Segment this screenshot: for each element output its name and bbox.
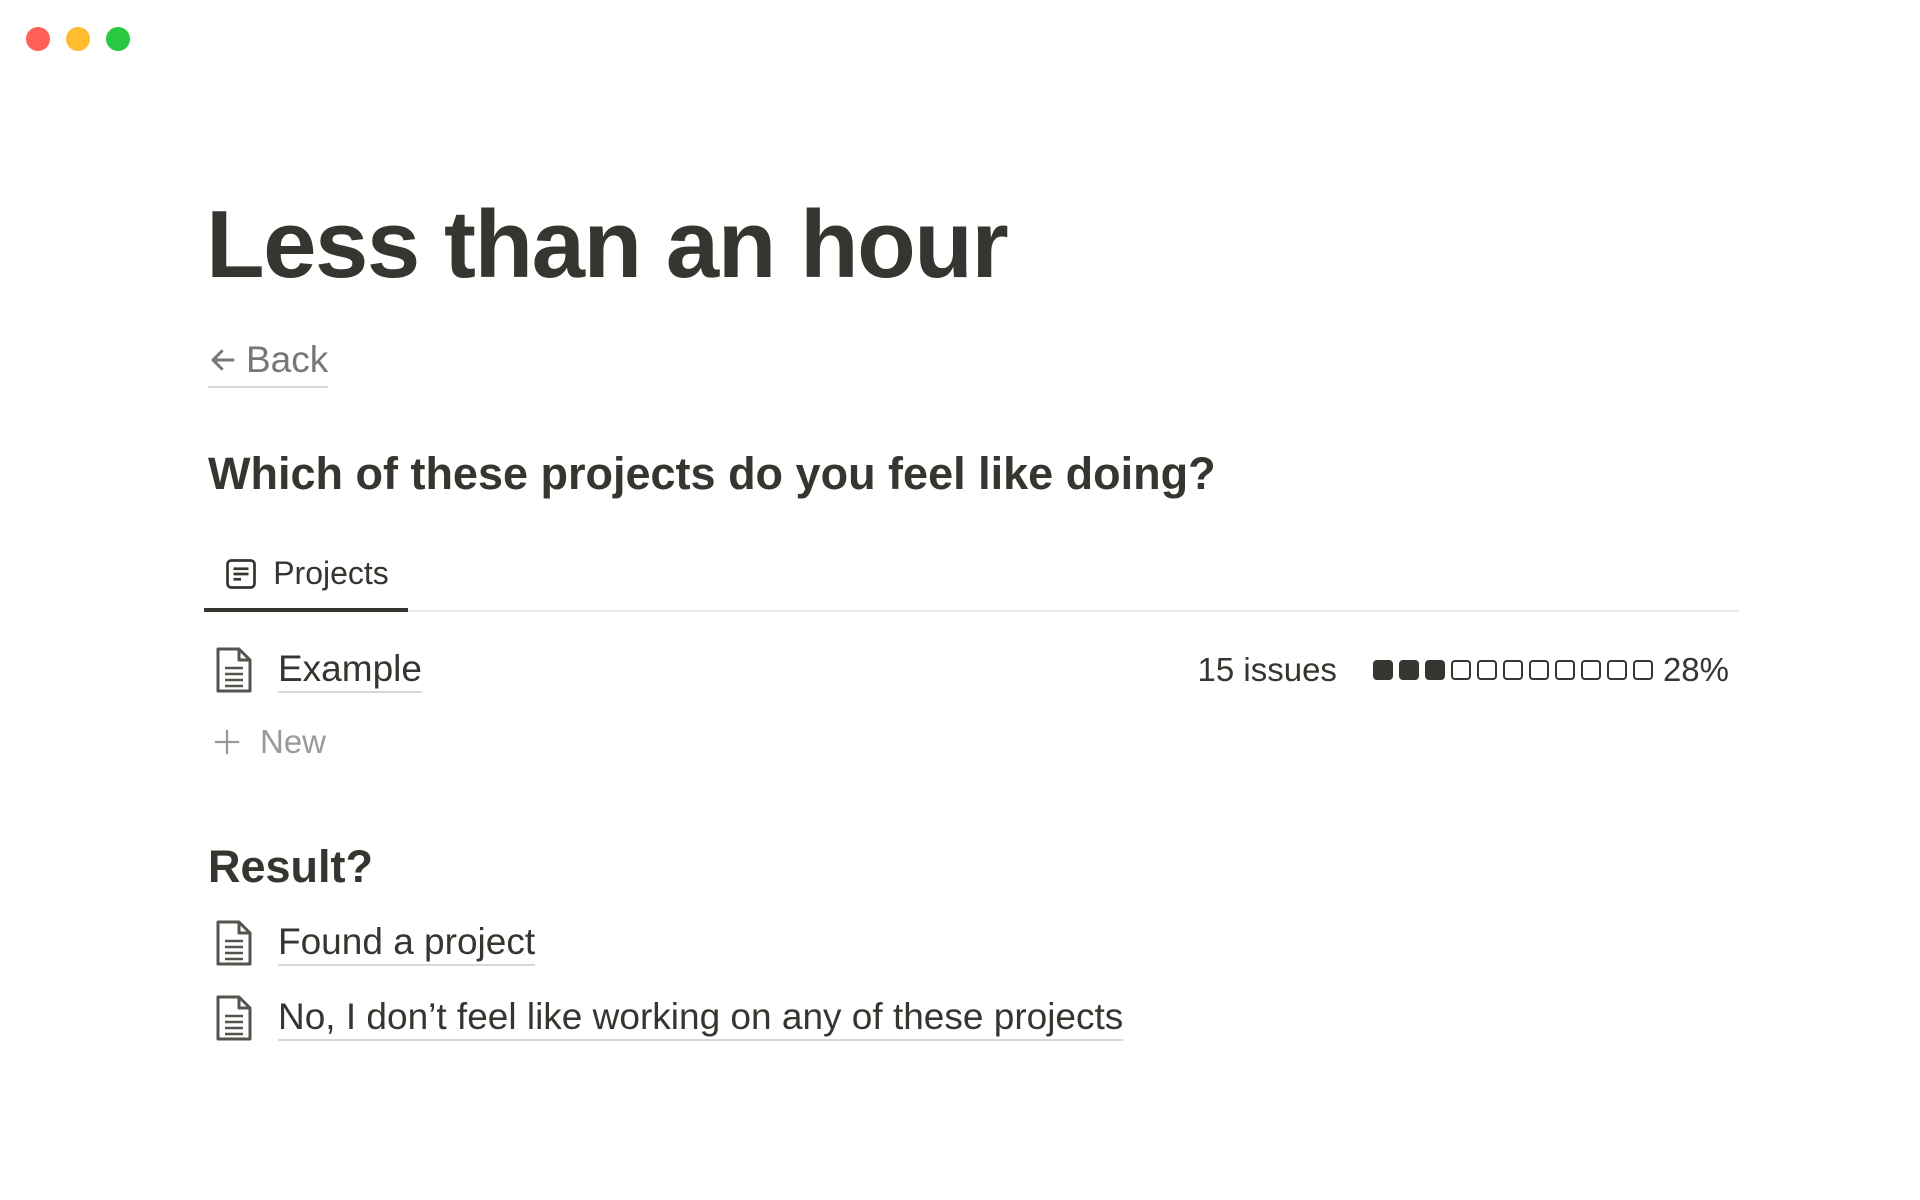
question-heading: Which of these projects do you feel like… (208, 448, 1216, 499)
page-icon (216, 647, 252, 693)
arrow-left-icon (211, 349, 235, 371)
close-window-button[interactable] (26, 27, 50, 51)
progress-square (1450, 660, 1471, 680)
app-window: Less than an hour Back Which of these pr… (0, 0, 1920, 1200)
list-item[interactable]: No, I don’t feel like working on any of … (204, 988, 1739, 1048)
progress-square (1554, 660, 1575, 680)
progress-bar (1372, 660, 1653, 680)
plus-icon (214, 729, 240, 755)
minimize-window-button[interactable] (66, 27, 90, 51)
page-title: Less than an hour (206, 191, 1009, 298)
new-row-button[interactable]: New (212, 718, 326, 766)
table-view-icon (226, 558, 257, 589)
tab-projects[interactable]: Projects (204, 537, 408, 612)
progress-square (1424, 660, 1445, 680)
progress-percent: 28% (1662, 651, 1729, 688)
back-label: Back (246, 339, 329, 380)
zoom-window-button[interactable] (106, 27, 130, 51)
progress-square (1580, 660, 1601, 680)
list-item[interactable]: Example 15 issues 28% (204, 640, 1739, 700)
progress-square (1502, 660, 1523, 680)
project-properties: 15 issues 28% (1198, 640, 1729, 700)
window-controls (26, 27, 130, 51)
database-view-tabs: Projects (204, 537, 1739, 612)
page-icon (216, 920, 252, 966)
back-link[interactable]: Back (208, 336, 329, 388)
page-icon (216, 995, 252, 1041)
progress-square (1528, 660, 1549, 680)
issues-count: 15 issues (1197, 651, 1337, 688)
no-project-link[interactable]: No, I don’t feel like working on any of … (278, 995, 1124, 1041)
list-item[interactable]: Found a project (204, 913, 1739, 973)
progress-square (1398, 660, 1419, 680)
new-label: New (260, 723, 327, 760)
progress-square (1632, 660, 1653, 680)
progress-square (1372, 660, 1393, 680)
tab-label: Projects (273, 555, 389, 591)
project-title[interactable]: Example (278, 647, 422, 693)
found-project-link[interactable]: Found a project (278, 920, 536, 966)
progress-square (1606, 660, 1627, 680)
progress-square (1476, 660, 1497, 680)
result-heading: Result? (208, 841, 374, 892)
